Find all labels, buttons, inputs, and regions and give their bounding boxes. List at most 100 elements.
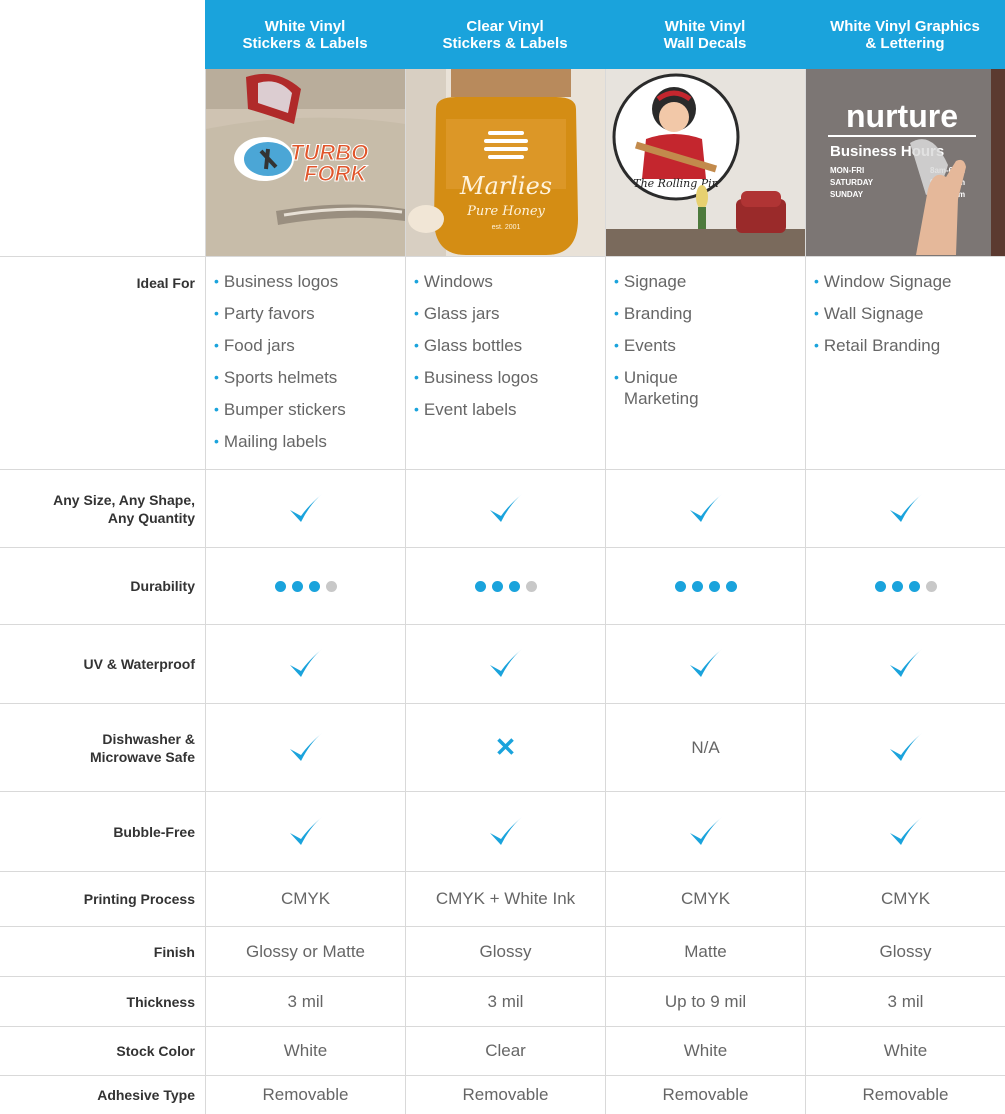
adhesive-cell: Removable xyxy=(405,1075,605,1114)
checkmark-icon xyxy=(889,649,922,677)
checkmark-icon xyxy=(289,493,322,522)
checkmark-icon xyxy=(489,493,522,522)
dishwasher-cell xyxy=(205,703,405,791)
row-label-thickness: Thickness xyxy=(0,976,205,1026)
printing-cell: CMYK + White Ink xyxy=(405,871,605,926)
bullet-icon: • xyxy=(814,305,819,321)
row-label-bubble-free: Bubble-Free xyxy=(0,791,205,871)
list-item: • Event labels xyxy=(414,399,538,420)
printing-cell: CMYK xyxy=(605,871,805,926)
checkmark-icon xyxy=(289,816,322,845)
bullet-icon: • xyxy=(614,273,619,289)
list-item: • Branding xyxy=(614,303,734,324)
rating-dot-filled xyxy=(874,580,886,592)
product-image-wall-decal: The Rolling Pin xyxy=(605,69,805,256)
column-title-line2: Stickers & Labels xyxy=(242,34,368,52)
bullet-icon: • xyxy=(414,401,419,417)
list-item-text: Mailing labels xyxy=(223,432,327,451)
list-item: • Window Signage xyxy=(814,271,951,292)
adhesive-cell: Removable xyxy=(205,1075,405,1114)
durability-cell xyxy=(605,547,805,624)
list-item-text: Retail Branding xyxy=(823,336,941,355)
list-item: • Events xyxy=(614,335,734,356)
stock-color-cell: White xyxy=(205,1026,405,1075)
rating-dot-filled xyxy=(908,580,920,592)
checkmark-icon xyxy=(889,732,922,761)
adhesive-cell: Removable xyxy=(805,1075,1005,1114)
list-item: • Glass bottles xyxy=(414,335,538,356)
uv-cell xyxy=(605,624,805,703)
list-item: • Business logos xyxy=(414,367,538,388)
list-item-text: Business logos xyxy=(423,368,539,387)
cell-text: N/A xyxy=(691,737,720,757)
cross-icon: ✕ xyxy=(494,732,517,762)
rating-dot-filled xyxy=(308,580,320,592)
jar-label-line3: est. 2001 xyxy=(492,224,521,231)
rating-dot-empty xyxy=(925,580,937,592)
uv-cell xyxy=(805,624,1005,703)
thickness-cell: 3 mil xyxy=(405,976,605,1026)
ideal-for-list: • Signage • Branding • Events • Unique Marke… xyxy=(614,271,734,420)
rating-dot-filled xyxy=(674,580,686,592)
row-label-dishwasher: Dishwasher & Microwave Safe xyxy=(0,703,205,791)
list-item: • Unique Marketing xyxy=(614,367,734,409)
bullet-icon: • xyxy=(414,305,419,321)
bullet-icon: • xyxy=(214,369,219,385)
bubble-free-cell xyxy=(205,791,405,871)
dishwasher-cell: N/A xyxy=(605,703,805,791)
row-label-adhesive: Adhesive Type xyxy=(0,1075,205,1114)
image-row-label xyxy=(0,69,205,256)
bullet-icon: • xyxy=(814,273,819,289)
checkmark-icon xyxy=(689,493,722,522)
printing-cell: CMYK xyxy=(205,871,405,926)
durability-rating xyxy=(674,580,737,592)
bullet-icon: • xyxy=(614,337,619,353)
list-item-text: Party favors xyxy=(223,304,315,323)
checkmark-icon xyxy=(489,816,522,845)
list-item-text: Window Signage xyxy=(823,272,952,291)
rating-dot-filled xyxy=(725,580,737,592)
list-item: • Party favors xyxy=(214,303,346,324)
comparison-table: White Vinyl Stickers & Labels Clear Vinyl… xyxy=(0,0,1005,1114)
stock-color-cell: White xyxy=(605,1026,805,1075)
durability-rating xyxy=(474,580,537,592)
dishwasher-cell xyxy=(805,703,1005,791)
ideal-for-cell: • Window Signage • Wall Signage • Retail Br… xyxy=(805,256,1005,469)
list-item-text: Sports helmets xyxy=(223,368,338,387)
dishwasher-cell: ✕ xyxy=(405,703,605,791)
list-item: • Windows xyxy=(414,271,538,292)
window-brand-text: nurture xyxy=(846,98,958,134)
list-item: • Sports helmets xyxy=(214,367,346,388)
rating-dot-filled xyxy=(508,580,520,592)
list-item-text: Signage xyxy=(623,272,687,291)
bubble-free-cell xyxy=(805,791,1005,871)
checkmark-icon xyxy=(289,649,322,677)
column-header: Clear Vinyl Stickers & Labels xyxy=(405,0,605,69)
column-title-line1: White Vinyl Graphics xyxy=(830,17,980,35)
ideal-for-list: • Windows • Glass jars • Glass bottles • Bus… xyxy=(414,271,538,431)
row-label-any-size: Any Size, Any Shape, Any Quantity xyxy=(0,469,205,547)
list-item-text: Wall Signage xyxy=(823,304,924,323)
column-title-line1: Clear Vinyl xyxy=(466,17,544,35)
bullet-icon: • xyxy=(614,305,619,321)
checkmark-icon xyxy=(689,816,722,845)
rating-dot-filled xyxy=(691,580,703,592)
row-label-durability: Durability xyxy=(0,547,205,624)
column-title-line1: White Vinyl xyxy=(264,17,346,35)
column-header: White Vinyl Wall Decals xyxy=(605,0,805,69)
ideal-for-cell: • Windows • Glass jars • Glass bottles • Bus… xyxy=(405,256,605,469)
durability-cell xyxy=(205,547,405,624)
product-image-honey-jar: Marlies Pure Honey est. 2001 xyxy=(405,69,605,256)
list-item: • Food jars xyxy=(214,335,346,356)
list-item-text: Event labels xyxy=(423,400,517,419)
column-title-line2: Wall Decals xyxy=(663,34,747,52)
rating-dot-filled xyxy=(491,580,503,592)
rating-dot-empty xyxy=(525,580,537,592)
list-item-text: Glass jars xyxy=(423,304,500,323)
thickness-cell: 3 mil xyxy=(205,976,405,1026)
column-title-line2: Stickers & Labels xyxy=(442,34,568,52)
list-item: • Glass jars xyxy=(414,303,538,324)
bullet-icon: • xyxy=(814,337,819,353)
durability-cell xyxy=(805,547,1005,624)
durability-rating xyxy=(874,580,937,592)
